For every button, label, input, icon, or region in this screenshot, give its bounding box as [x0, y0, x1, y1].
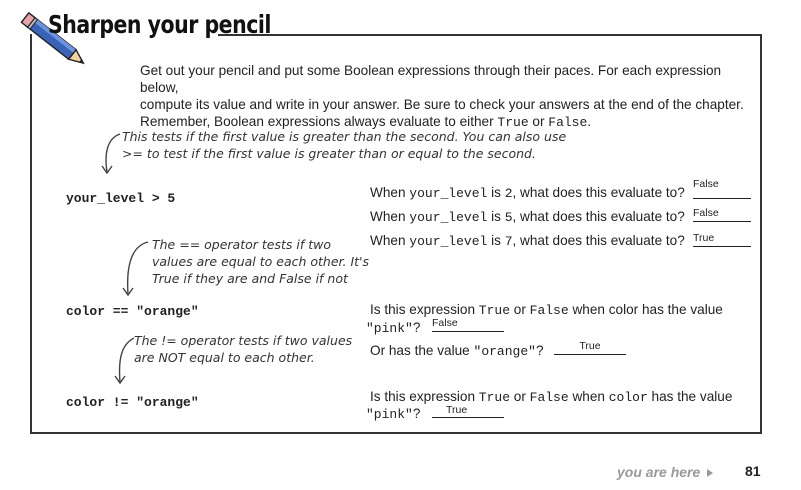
instructions-line-2: compute its value and write in your answ…	[140, 97, 744, 112]
eq-note: The == operator tests if two values are …	[152, 237, 370, 286]
question-neq-pink-cont: "pink"?	[366, 406, 421, 422]
triangle-right-icon	[707, 469, 713, 477]
expression-color-not-equals: color != "orange"	[66, 395, 199, 410]
answer-neq-pink[interactable]: True	[432, 405, 504, 418]
question-level-7: When your_level is 7, what does this eva…	[370, 233, 685, 249]
neq-note: The != operator tests if two values are …	[134, 333, 353, 365]
instructions: Get out your pencil and put some Boolean…	[140, 62, 755, 131]
expression-color-equals: color == "orange"	[66, 304, 199, 319]
page-number: 81	[745, 463, 761, 479]
answer-eq-pink[interactable]: False	[432, 318, 504, 332]
instructions-line-1: Get out your pencil and put some Boolean…	[140, 63, 722, 95]
question-level-2: When your_level is 2, what does this eva…	[370, 185, 685, 201]
question-level-5: When your_level is 5, what does this eva…	[370, 209, 685, 225]
expression-your-level: your_level > 5	[66, 191, 176, 206]
question-eq-orange: Or has the value "orange"?	[370, 343, 544, 359]
you-are-here-label: you are here	[617, 464, 701, 480]
eq-note-arrow	[122, 241, 149, 297]
gt-note: This tests if the first value is greater…	[122, 129, 567, 161]
question-eq-pink: Is this expression True or False when co…	[370, 302, 723, 318]
question-eq-pink-cont: "pink"?	[366, 320, 421, 336]
answer-eq-orange[interactable]: True	[554, 341, 626, 355]
answer-level-7[interactable]: True	[693, 233, 751, 247]
question-neq-pink: Is this expression True or False when co…	[370, 389, 733, 405]
answer-level-5[interactable]: False	[693, 208, 751, 222]
answer-level-2[interactable]: False	[693, 179, 751, 199]
